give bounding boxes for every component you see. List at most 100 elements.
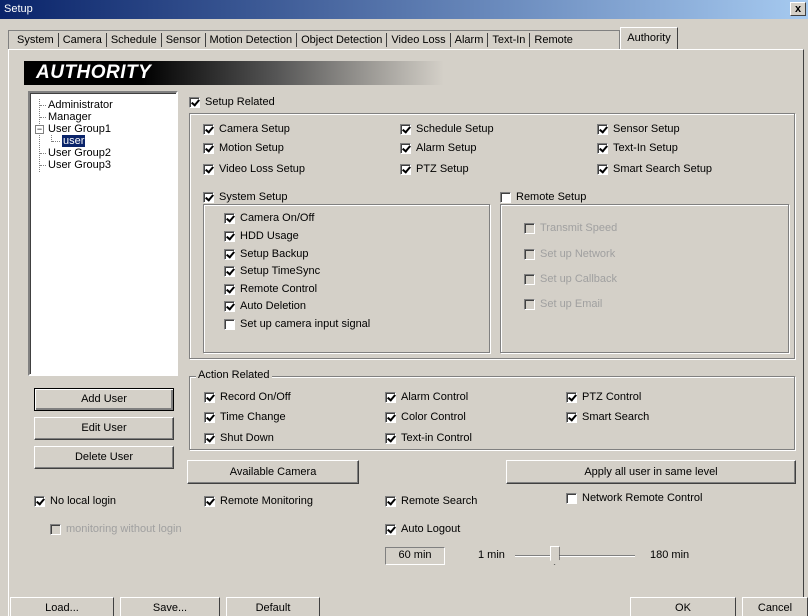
checkbox-box bbox=[189, 96, 200, 108]
tree-node-user-group2[interactable]: User Group2 bbox=[48, 147, 111, 159]
tree-node-user-group3[interactable]: User Group3 bbox=[48, 159, 111, 171]
auto-logout-slider-track[interactable] bbox=[515, 555, 635, 557]
network-remote-control-checkbox[interactable]: Network Remote Control bbox=[566, 491, 702, 505]
collapse-toggle-icon[interactable]: − bbox=[35, 125, 44, 134]
text-in-control-checkbox[interactable]: Text-in Control bbox=[385, 431, 472, 445]
hdd-usage-checkbox[interactable]: HDD Usage bbox=[224, 229, 299, 243]
action-related-legend: Action Related bbox=[196, 369, 272, 381]
checkbox-label: Set up Email bbox=[540, 298, 603, 310]
close-button[interactable]: x bbox=[790, 2, 806, 16]
checkbox-box bbox=[400, 163, 411, 175]
auto-logout-value: 60 min bbox=[385, 547, 445, 565]
remote-control-checkbox[interactable]: Remote Control bbox=[224, 282, 317, 296]
tab-video-loss[interactable]: Video Loss bbox=[386, 33, 449, 47]
camera-input-signal-checkbox[interactable]: Set up camera input signal bbox=[224, 317, 370, 331]
cancel-button[interactable]: Cancel bbox=[742, 597, 808, 616]
checkbox-label: monitoring without login bbox=[66, 523, 182, 535]
checkbox-label: Set up camera input signal bbox=[240, 318, 371, 330]
checkbox-box bbox=[597, 123, 608, 135]
checkbox-label: Remote Search bbox=[401, 495, 478, 507]
checkbox-box bbox=[50, 523, 61, 535]
remote-setup-checkbox[interactable]: Remote Setup bbox=[500, 190, 586, 204]
tab-object-detection[interactable]: Object Detection bbox=[296, 33, 386, 47]
ok-button[interactable]: OK bbox=[630, 597, 736, 616]
auto-deletion-checkbox[interactable]: Auto Deletion bbox=[224, 299, 306, 313]
default-button[interactable]: Default bbox=[226, 597, 320, 616]
add-user-button[interactable]: Add User bbox=[34, 388, 174, 411]
alarm-control-checkbox[interactable]: Alarm Control bbox=[385, 390, 468, 404]
smart-search-checkbox[interactable]: Smart Search bbox=[566, 410, 649, 424]
checkbox-label: Setup Backup bbox=[240, 248, 309, 260]
tree-node-user-group1[interactable]: User Group1 bbox=[48, 123, 111, 135]
alarm-setup-checkbox[interactable]: Alarm Setup bbox=[400, 141, 477, 155]
tab-authority[interactable]: Authority bbox=[620, 27, 678, 50]
checkbox-label: Sensor Setup bbox=[613, 123, 680, 135]
checkbox-label: PTZ Setup bbox=[416, 163, 469, 175]
setup-related-checkbox[interactable]: Setup Related bbox=[189, 95, 275, 109]
checkbox-label: Setup TimeSync bbox=[240, 265, 321, 277]
tree-line bbox=[40, 153, 46, 154]
shut-down-checkbox[interactable]: Shut Down bbox=[204, 431, 274, 445]
checkbox-box bbox=[203, 142, 214, 154]
checkbox-label: Video Loss Setup bbox=[219, 163, 306, 175]
record-on-off-checkbox[interactable]: Record On/Off bbox=[204, 390, 291, 404]
load-button[interactable]: Load... bbox=[10, 597, 114, 616]
checkbox-label: Setup Related bbox=[205, 96, 275, 108]
system-setup-checkbox[interactable]: System Setup bbox=[203, 190, 287, 204]
tab-schedule[interactable]: Schedule bbox=[105, 33, 161, 47]
tab-motion-detection[interactable]: Motion Detection bbox=[204, 33, 297, 47]
tree-line bbox=[52, 141, 60, 142]
slider-max-label: 180 min bbox=[650, 549, 690, 561]
apply-all-button[interactable]: Apply all user in same level bbox=[506, 460, 796, 484]
checkbox-label: Transmit Speed bbox=[540, 222, 618, 234]
delete-user-button[interactable]: Delete User bbox=[34, 446, 174, 469]
checkbox-box bbox=[385, 432, 396, 444]
remote-search-checkbox[interactable]: Remote Search bbox=[385, 494, 477, 508]
checkbox-box bbox=[524, 222, 535, 234]
smart-search-setup-checkbox[interactable]: Smart Search Setup bbox=[597, 162, 712, 176]
color-control-checkbox[interactable]: Color Control bbox=[385, 410, 466, 424]
user-tree[interactable]: − Administrator Manager User Group1 user… bbox=[28, 91, 178, 376]
checkbox-label: Smart Search Setup bbox=[613, 163, 713, 175]
tab-alarm[interactable]: Alarm bbox=[449, 33, 488, 47]
setup-email-checkbox: Set up Email bbox=[524, 297, 602, 311]
setup-timesync-checkbox[interactable]: Setup TimeSync bbox=[224, 264, 320, 278]
title-bar: Setup x bbox=[0, 0, 808, 19]
remote-monitoring-checkbox[interactable]: Remote Monitoring bbox=[204, 494, 313, 508]
checkbox-box bbox=[224, 283, 235, 295]
motion-setup-checkbox[interactable]: Motion Setup bbox=[203, 141, 284, 155]
available-camera-button[interactable]: Available Camera bbox=[187, 460, 359, 484]
transmit-speed-checkbox: Transmit Speed bbox=[524, 221, 617, 235]
time-change-checkbox[interactable]: Time Change bbox=[204, 410, 286, 424]
tab-system[interactable]: System bbox=[13, 33, 58, 47]
tab-remote[interactable]: Remote bbox=[529, 33, 577, 47]
checkbox-box bbox=[566, 492, 577, 504]
camera-on-off-checkbox[interactable]: Camera On/Off bbox=[224, 211, 314, 225]
schedule-setup-checkbox[interactable]: Schedule Setup bbox=[400, 122, 494, 136]
tree-node-administrator[interactable]: Administrator bbox=[48, 99, 113, 111]
auto-logout-checkbox[interactable]: Auto Logout bbox=[385, 522, 460, 536]
checkbox-label: Alarm Setup bbox=[416, 142, 477, 154]
no-local-login-checkbox[interactable]: No local login bbox=[34, 494, 116, 508]
sensor-setup-checkbox[interactable]: Sensor Setup bbox=[597, 122, 680, 136]
tab-camera[interactable]: Camera bbox=[57, 33, 106, 47]
tree-node-manager[interactable]: Manager bbox=[48, 111, 91, 123]
save-button[interactable]: Save... bbox=[120, 597, 220, 616]
slider-min-label: 1 min bbox=[478, 549, 505, 561]
tab-text-in[interactable]: Text-In bbox=[487, 33, 529, 47]
edit-user-button[interactable]: Edit User bbox=[34, 417, 174, 440]
tree-node-user[interactable]: user bbox=[62, 135, 86, 147]
checkbox-box bbox=[224, 230, 235, 242]
checkbox-label: Alarm Control bbox=[401, 391, 469, 403]
text-in-setup-checkbox[interactable]: Text-In Setup bbox=[597, 141, 678, 155]
video-loss-setup-checkbox[interactable]: Video Loss Setup bbox=[203, 162, 305, 176]
setup-backup-checkbox[interactable]: Setup Backup bbox=[224, 247, 309, 261]
camera-setup-checkbox[interactable]: Camera Setup bbox=[203, 122, 290, 136]
tab-sensor[interactable]: Sensor bbox=[160, 33, 205, 47]
ptz-control-checkbox[interactable]: PTZ Control bbox=[566, 390, 641, 404]
checkbox-box bbox=[224, 300, 235, 312]
ptz-setup-checkbox[interactable]: PTZ Setup bbox=[400, 162, 469, 176]
checkbox-box bbox=[385, 391, 396, 403]
checkbox-label: Remote Monitoring bbox=[220, 495, 313, 507]
tab-strip: System Camera Schedule Sensor Motion Detecti… bbox=[8, 30, 620, 49]
